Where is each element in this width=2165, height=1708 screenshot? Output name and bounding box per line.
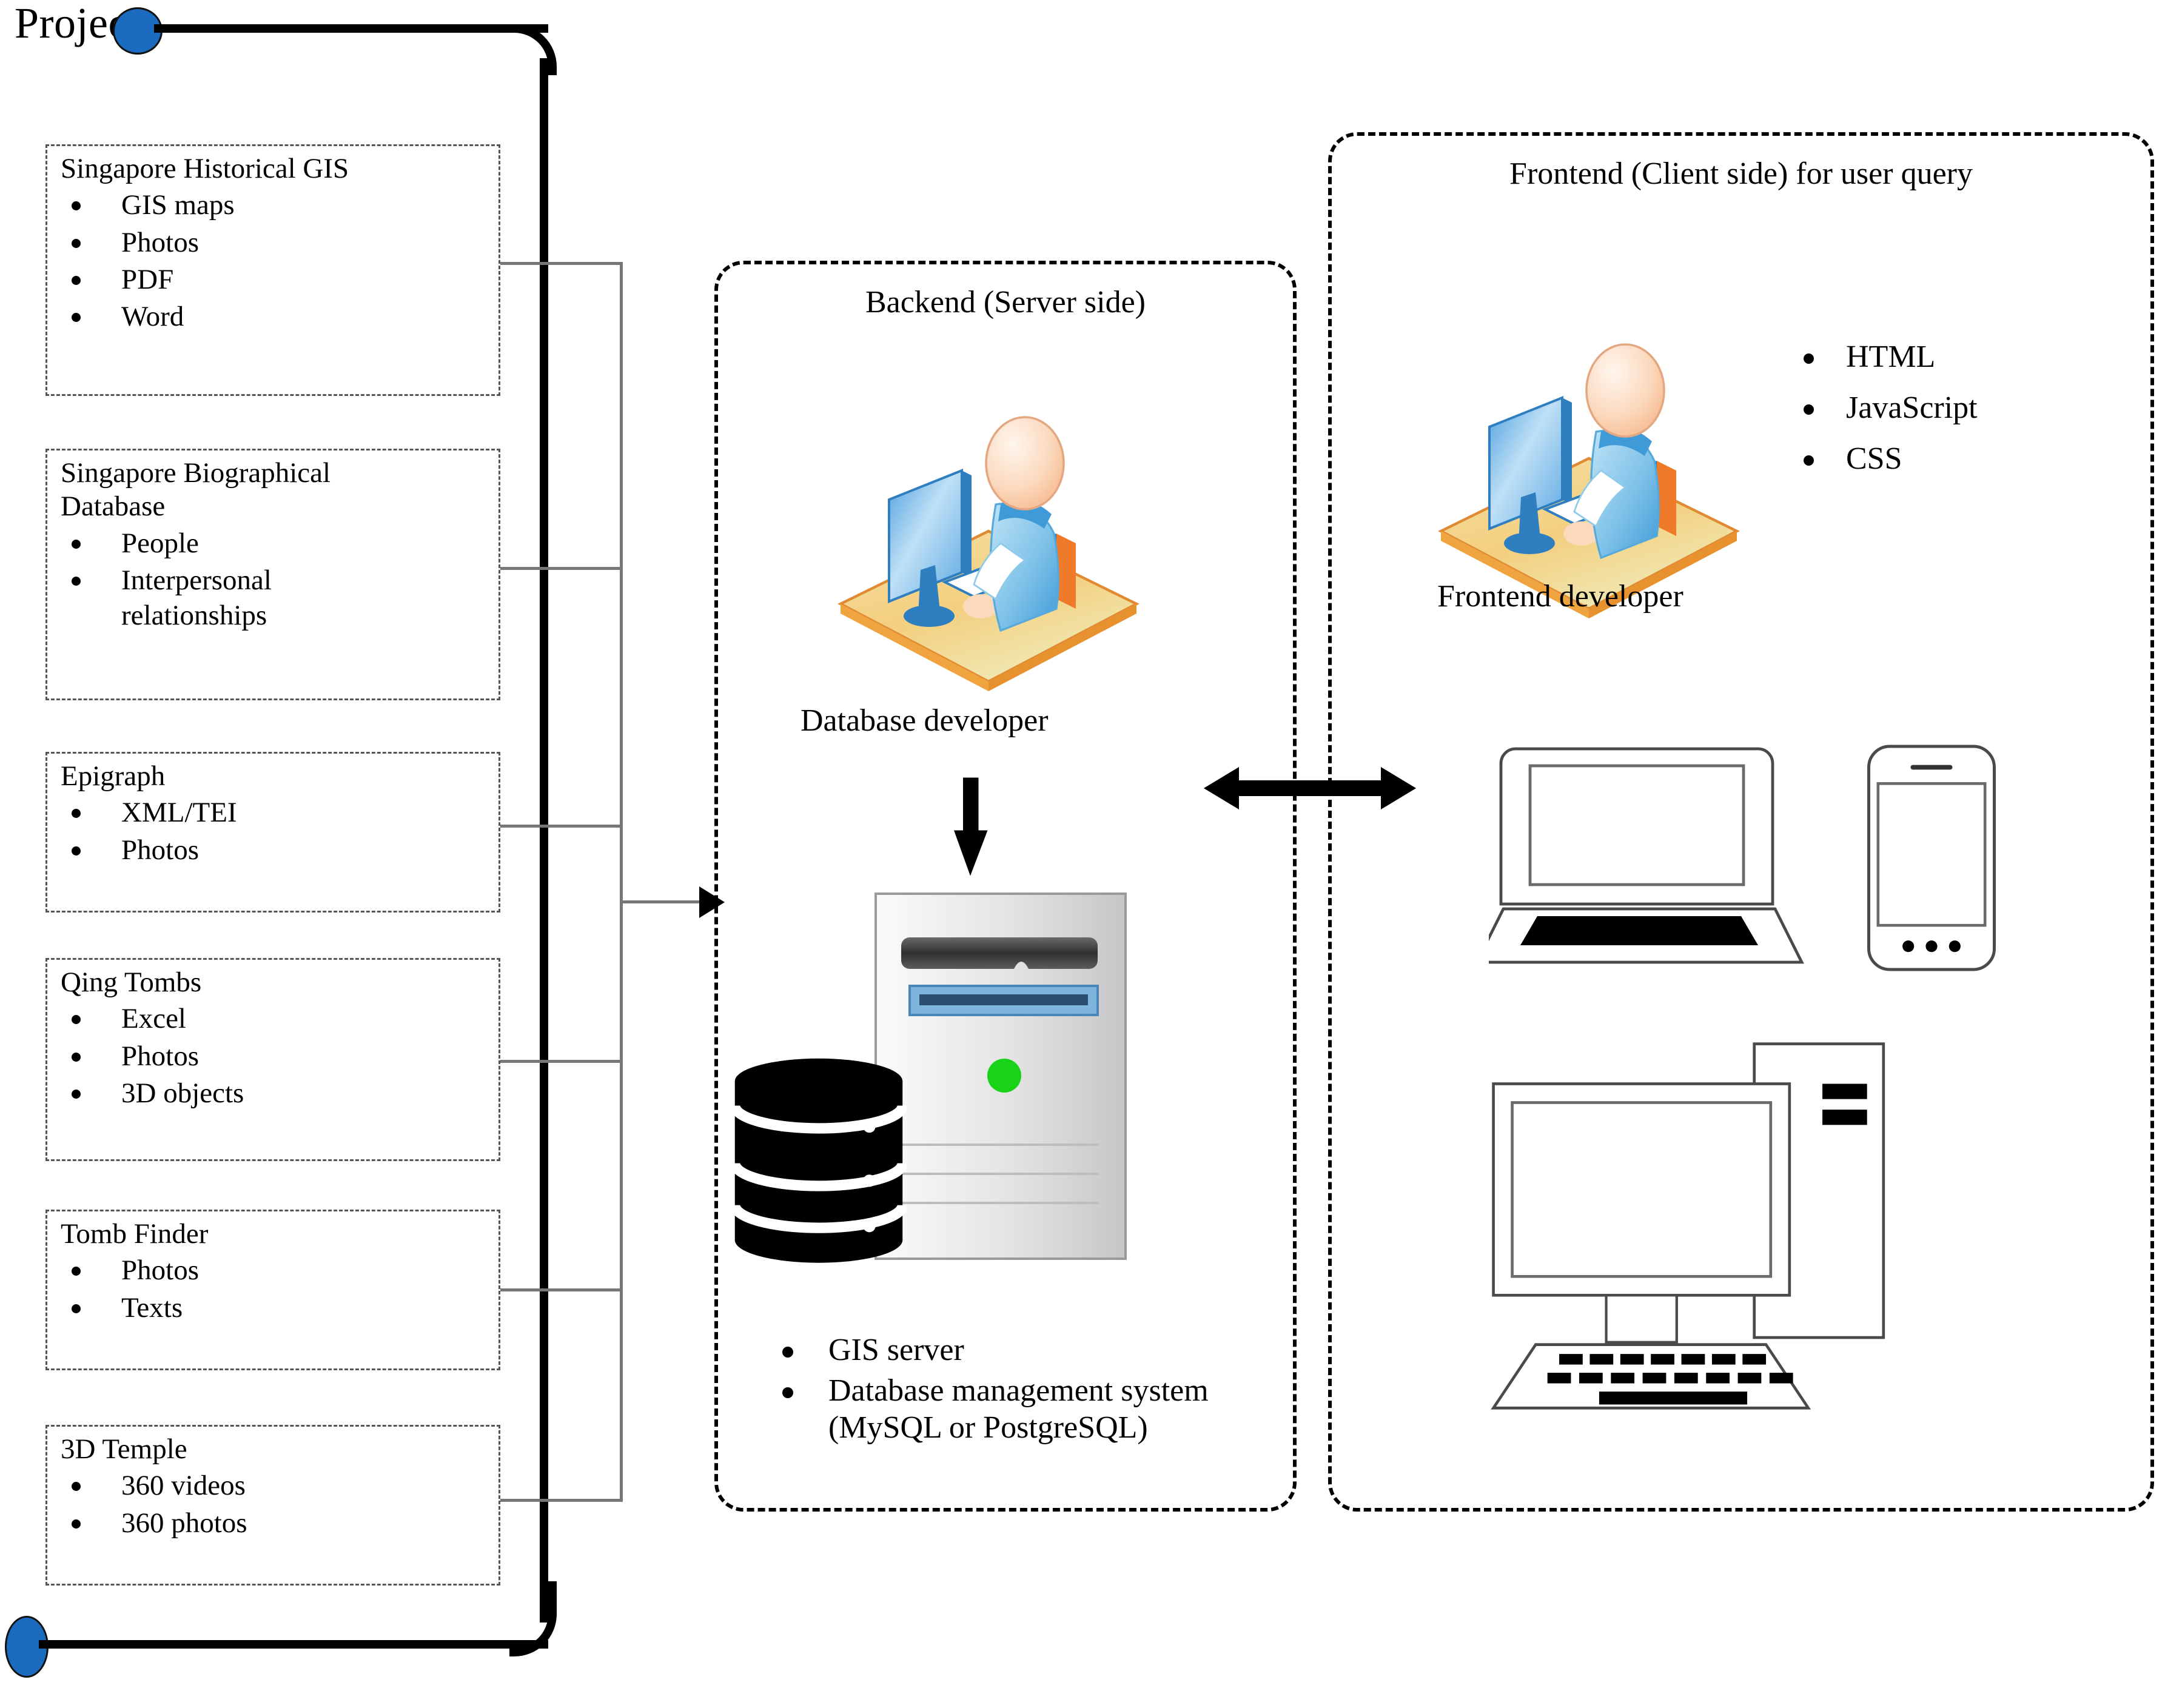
project-card-items: 360 videos 360 photos <box>61 1469 489 1541</box>
architecture-diagram: Projects Singapore Historical GIS GIS ma… <box>0 0 2165 1708</box>
backend-intake-line <box>620 900 705 903</box>
spine-corner-top <box>509 24 557 75</box>
rake-trunk <box>620 262 623 1453</box>
list-item: Excel <box>61 1002 489 1036</box>
list-item: HTML <box>1795 340 1978 375</box>
backend-server-capability-list: GIS server Database management system (M… <box>765 1332 1250 1450</box>
list-item: GIS maps <box>61 188 489 223</box>
list-item: JavaScript <box>1795 390 1978 426</box>
list-item: People <box>61 526 489 561</box>
list-item: Texts <box>61 1291 489 1325</box>
list-item: Interpersonal relationships <box>61 563 489 633</box>
rake-branch-5 <box>500 1288 623 1291</box>
project-card-title: Singapore Biographical Database <box>61 457 331 523</box>
spine-corner-bottom <box>509 1581 557 1656</box>
list-item: 360 videos <box>61 1469 489 1503</box>
spine-vertical-segment <box>540 58 548 1623</box>
list-item: CSS <box>1795 441 1978 477</box>
list-item: Photos <box>61 226 489 260</box>
list-item: Photos <box>61 1039 489 1074</box>
database-developer-illustration <box>837 416 1140 691</box>
project-card-items: GIS maps Photos PDF Word <box>61 188 489 334</box>
rake-trunk-lower <box>620 1453 623 1502</box>
project-card-singapore-biographical-database[interactable]: Singapore Biographical Database People I… <box>45 449 500 700</box>
list-item: XML/TEI <box>61 795 489 830</box>
desktop-computer-icon <box>1491 1042 1885 1410</box>
frontend-developer-caption: Frontend developer <box>1437 579 1683 614</box>
project-card-singapore-historical-gis[interactable]: Singapore Historical GIS GIS maps Photos… <box>45 144 500 396</box>
project-card-epigraph[interactable]: Epigraph XML/TEI Photos <box>45 752 500 913</box>
list-item: Photos <box>61 833 489 868</box>
list-item: 360 photos <box>61 1506 489 1541</box>
laptop-icon <box>1489 747 1804 964</box>
rake-branch-3 <box>500 825 623 828</box>
list-item: Database management system (MySQL or Pos… <box>765 1373 1250 1447</box>
spine-bottom-segment <box>39 1640 548 1649</box>
project-card-qing-tombs[interactable]: Qing Tombs Excel Photos 3D objects <box>45 958 500 1161</box>
project-card-tomb-finder[interactable]: Tomb Finder Photos Texts <box>45 1210 500 1370</box>
frontend-technology-list: HTML JavaScript CSS <box>1795 340 1978 493</box>
list-item: 3D objects <box>61 1076 489 1111</box>
server-tower-icon <box>874 893 1127 1260</box>
list-item: PDF <box>61 263 489 297</box>
project-card-title: Singapore Historical GIS <box>61 153 349 184</box>
backend-developer-caption: Database developer <box>801 703 1049 738</box>
list-item: Word <box>61 300 489 334</box>
project-card-title: 3D Temple <box>61 1433 187 1465</box>
backend-region-title: Backend (Server side) <box>865 285 1146 320</box>
project-card-items: XML/TEI Photos <box>61 795 489 868</box>
list-item: GIS server <box>765 1332 1250 1369</box>
database-cylinder-icon <box>731 1058 907 1263</box>
developer-to-server-arrow-icon <box>954 777 988 876</box>
spine-top-segment <box>154 24 548 33</box>
project-card-items: Excel Photos 3D objects <box>61 1002 489 1111</box>
project-card-title: Qing Tombs <box>61 966 202 998</box>
frontend-region-title: Frontend (Client side) for user query <box>1509 156 1973 191</box>
project-card-3d-temple[interactable]: 3D Temple 360 videos 360 photos <box>45 1425 500 1586</box>
rake-branch-2 <box>500 567 623 570</box>
project-card-title: Epigraph <box>61 760 166 792</box>
project-card-title: Tomb Finder <box>61 1218 209 1250</box>
rake-branch-4 <box>500 1060 623 1063</box>
project-card-items: Photos Texts <box>61 1253 489 1325</box>
list-item: Photos <box>61 1253 489 1288</box>
rake-branch-1 <box>500 262 623 265</box>
project-card-items: People Interpersonal relationships <box>61 526 489 633</box>
smartphone-icon <box>1867 745 1996 971</box>
rake-branch-6 <box>500 1499 623 1502</box>
